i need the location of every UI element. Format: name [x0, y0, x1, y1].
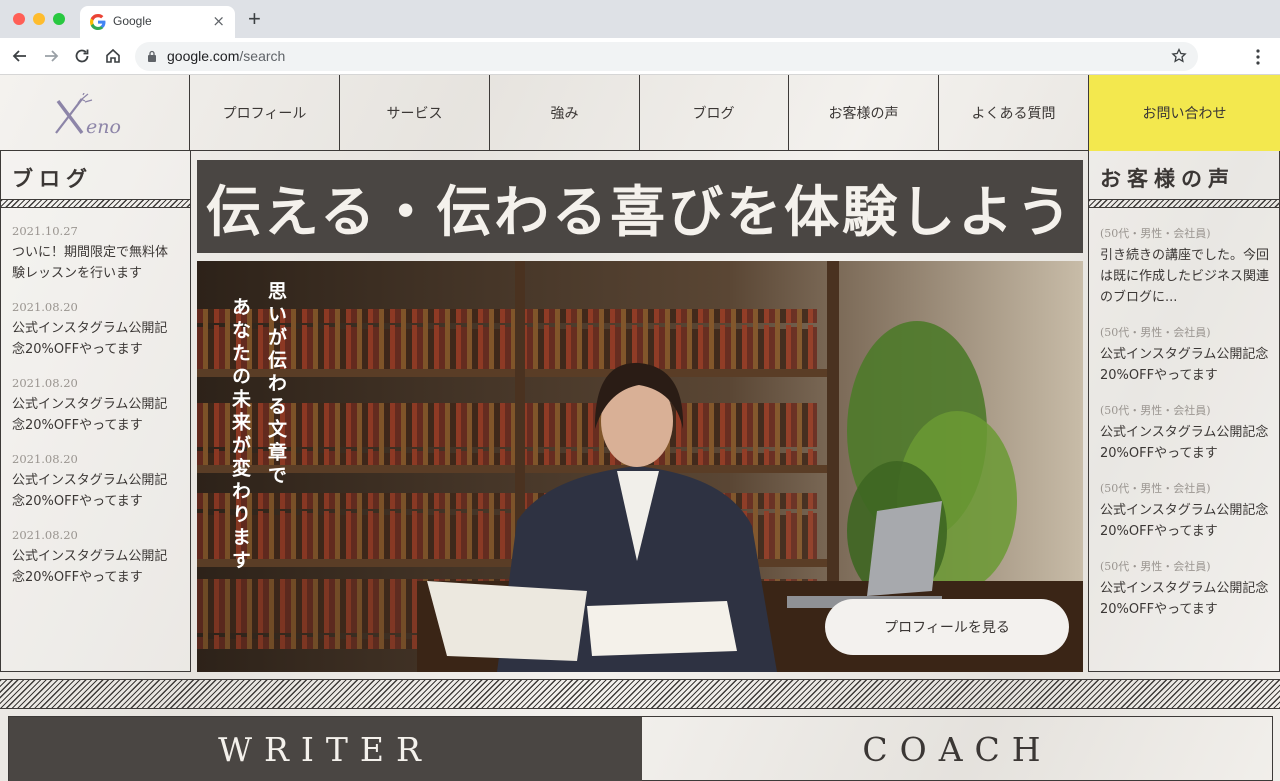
- blog-item[interactable]: 2021.08.20 公式インスタグラム公開記念20%OFFやってます: [12, 528, 180, 588]
- site-header: eno プロフィール サービス 強み ブログ お客様の声 よくある質問 お問い合…: [0, 75, 1280, 151]
- voice-item[interactable]: (50代・男性・会社員) 公式インスタグラム公開記念20%OFFやってます: [1100, 480, 1271, 542]
- voice-item[interactable]: (50代・男性・会社員) 引き続きの講座でした。今回は既に作成したビジネス関連の…: [1100, 225, 1271, 308]
- blog-title: ブログ: [12, 166, 93, 191]
- view-profile-button[interactable]: プロフィールを見る: [825, 599, 1069, 655]
- browser-menu-icon[interactable]: [1251, 47, 1265, 67]
- voice-list: (50代・男性・会社員) 引き続きの講座でした。今回は既に作成したビジネス関連の…: [1089, 208, 1279, 620]
- home-icon[interactable]: [102, 45, 124, 67]
- voices-sidebar: お客様の声 (50代・男性・会社員) 引き続きの講座でした。今回は既に作成したビ…: [1088, 151, 1280, 672]
- nav-strengths[interactable]: 強み: [490, 75, 640, 151]
- nav-faq[interactable]: よくある質問: [939, 75, 1089, 151]
- nav-profile[interactable]: プロフィール: [190, 75, 340, 151]
- blog-date: 2021.10.27: [12, 224, 78, 238]
- url-domain: google.com: [167, 48, 240, 64]
- blog-item[interactable]: 2021.08.20 公式インスタグラム公開記念20%OFFやってます: [12, 300, 180, 360]
- voice-text: 公式インスタグラム公開記念20%OFFやってます: [1100, 425, 1269, 461]
- voice-text: 引き続きの講座でした。今回は既に作成したビジネス関連のブログに...: [1100, 248, 1270, 305]
- browser-tab-bar: Google × +: [0, 0, 1280, 38]
- hero-photo: 思いが伝わる文章で あなたの未来が変わります プロフィールを見る: [197, 261, 1083, 672]
- blog-item[interactable]: 2021.08.20 公式インスタグラム公開記念20%OFFやってます: [12, 376, 180, 436]
- browser-tab[interactable]: Google ×: [80, 6, 235, 38]
- voice-item[interactable]: (50代・男性・会社員) 公式インスタグラム公開記念20%OFFやってます: [1100, 558, 1271, 620]
- hatch-divider: [1089, 199, 1279, 208]
- hatch-divider: [1, 199, 190, 208]
- voice-meta: (50代・男性・会社員): [1100, 560, 1211, 573]
- services-row: WRITER COACH: [8, 716, 1273, 781]
- nav-service[interactable]: サービス: [340, 75, 490, 151]
- hero-vertical-text-2: あなたの未来が変わります: [229, 297, 251, 573]
- writer-section-button[interactable]: WRITER: [9, 717, 642, 781]
- voice-meta: (50代・男性・会社員): [1100, 404, 1211, 417]
- nav-contact-button[interactable]: お問い合わせ: [1089, 75, 1280, 151]
- browser-toolbar: google.com/search: [0, 38, 1280, 75]
- address-bar[interactable]: google.com/search: [135, 42, 1198, 71]
- forward-arrow-icon[interactable]: [40, 45, 62, 67]
- blog-text: 公式インスタグラム公開記念20%OFFやってます: [12, 321, 168, 357]
- url-path: /search: [239, 48, 286, 64]
- blog-date: 2021.08.20: [12, 300, 78, 314]
- nav-voices[interactable]: お客様の声: [789, 75, 939, 151]
- logo[interactable]: eno: [0, 75, 190, 151]
- blog-text: 公式インスタグラム公開記念20%OFFやってます: [12, 397, 168, 433]
- blog-date: 2021.08.20: [12, 376, 78, 390]
- blog-sidebar: ブログ 2021.10.27 ついに！期間限定で無料体験レッスンを行います 20…: [0, 151, 191, 672]
- blog-item[interactable]: 2021.10.27 ついに！期間限定で無料体験レッスンを行います: [12, 224, 180, 284]
- blog-text: 公式インスタグラム公開記念20%OFFやってます: [12, 473, 168, 509]
- blog-list: 2021.10.27 ついに！期間限定で無料体験レッスンを行います 2021.0…: [1, 208, 190, 588]
- url-text: google.com/search: [167, 48, 285, 64]
- voices-title: お客様の声: [1100, 166, 1235, 191]
- hero-headline-banner: 伝える・伝わる喜びを体験しよう: [197, 160, 1083, 253]
- new-tab-button[interactable]: +: [248, 8, 261, 30]
- hatch-band: [0, 679, 1280, 709]
- blog-item[interactable]: 2021.08.20 公式インスタグラム公開記念20%OFFやってます: [12, 452, 180, 512]
- voice-item[interactable]: (50代・男性・会社員) 公式インスタグラム公開記念20%OFFやってます: [1100, 402, 1271, 464]
- website: eno プロフィール サービス 強み ブログ お客様の声 よくある質問 お問い合…: [0, 75, 1280, 781]
- voice-meta: (50代・男性・会社員): [1100, 482, 1211, 495]
- nav-blog[interactable]: ブログ: [639, 75, 789, 151]
- hero-vertical-text-1: 思いが伝わる文章で: [265, 281, 287, 488]
- google-icon: [90, 14, 106, 30]
- bookmark-star-icon[interactable]: [1170, 47, 1188, 65]
- voice-meta: (50代・男性・会社員): [1100, 326, 1211, 339]
- voice-text: 公式インスタグラム公開記念20%OFFやってます: [1100, 503, 1269, 539]
- voice-meta: (50代・男性・会社員): [1100, 227, 1211, 240]
- voice-text: 公式インスタグラム公開記念20%OFFやってます: [1100, 347, 1269, 383]
- back-arrow-icon[interactable]: [9, 45, 31, 67]
- voice-text: 公式インスタグラム公開記念20%OFFやってます: [1100, 581, 1269, 617]
- minimize-window-button[interactable]: [33, 13, 45, 25]
- blog-text: 公式インスタグラム公開記念20%OFFやってます: [12, 549, 168, 585]
- voice-item[interactable]: (50代・男性・会社員) 公式インスタグラム公開記念20%OFFやってます: [1100, 324, 1271, 386]
- reload-icon[interactable]: [71, 45, 93, 67]
- tab-title: Google: [113, 14, 152, 28]
- logo-text: eno: [86, 116, 121, 137]
- blog-date: 2021.08.20: [12, 452, 78, 466]
- close-tab-icon[interactable]: ×: [212, 12, 225, 30]
- maximize-window-button[interactable]: [53, 13, 65, 25]
- lock-icon: [148, 50, 156, 62]
- coach-section-button[interactable]: COACH: [642, 717, 1273, 781]
- close-window-button[interactable]: [13, 13, 25, 25]
- logo-mark-icon: eno: [55, 93, 121, 137]
- blog-text: ついに！期間限定で無料体験レッスンを行います: [12, 245, 169, 281]
- blog-date: 2021.08.20: [12, 528, 78, 542]
- hero-headline: 伝える・伝わる喜びを体験しよう: [205, 178, 1075, 244]
